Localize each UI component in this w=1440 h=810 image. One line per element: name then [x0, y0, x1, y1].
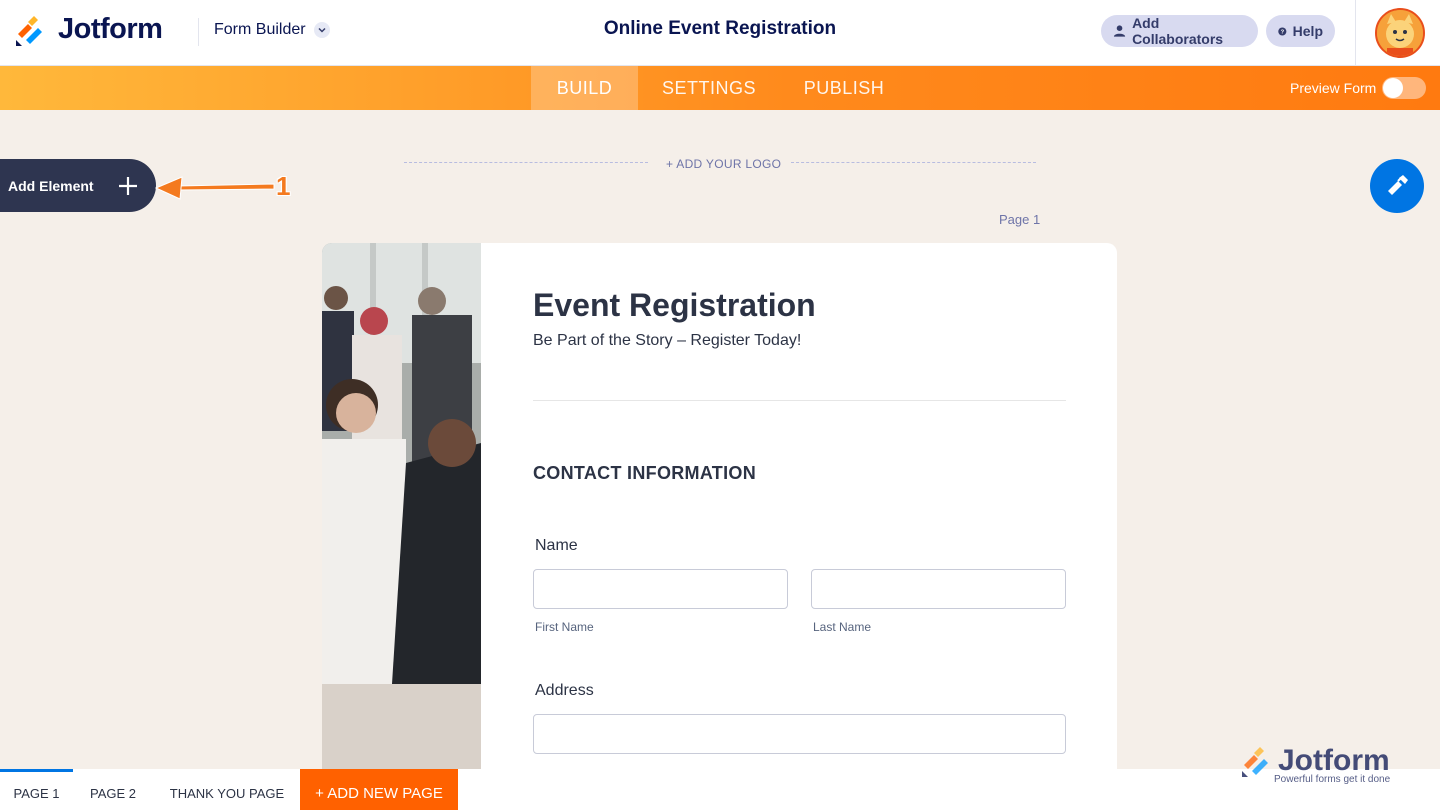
- header-separator: [1355, 0, 1356, 66]
- page-tab-thank-you[interactable]: THANK YOU PAGE: [160, 769, 294, 810]
- user-icon: [1113, 25, 1126, 37]
- logo-dashed-line-right: [791, 162, 1036, 163]
- svg-text:?: ?: [1281, 29, 1285, 35]
- toggle-knob: [1383, 78, 1403, 98]
- user-avatar[interactable]: [1375, 8, 1425, 58]
- preview-form-label: Preview Form: [1290, 80, 1377, 96]
- first-name-input[interactable]: [533, 569, 788, 609]
- tab-build[interactable]: BUILD: [531, 66, 638, 110]
- address-field-label[interactable]: Address: [535, 682, 594, 700]
- tab-publish[interactable]: PUBLISH: [788, 66, 900, 110]
- last-name-input[interactable]: [811, 569, 1066, 609]
- tab-settings[interactable]: SETTINGS: [648, 66, 770, 110]
- name-field-label[interactable]: Name: [535, 537, 578, 555]
- avatar-icon: [1377, 10, 1423, 56]
- jotform-watermark-icon: [1242, 747, 1268, 777]
- heading-divider: [533, 400, 1066, 401]
- event-photo-image: [322, 243, 481, 684]
- add-element-button[interactable]: Add Element: [0, 159, 156, 212]
- add-logo-link[interactable]: + ADD YOUR LOGO: [666, 157, 781, 171]
- top-header: Jotform Form Builder Online Event Regist…: [0, 0, 1440, 66]
- first-name-sublabel: First Name: [535, 620, 594, 634]
- watermark-tagline: Powerful forms get it done: [1274, 774, 1391, 785]
- page-indicator: Page 1: [999, 212, 1041, 227]
- event-photo: [322, 243, 481, 684]
- help-icon: ?: [1278, 26, 1287, 36]
- add-new-page-button[interactable]: + ADD NEW PAGE: [300, 769, 458, 810]
- address-input[interactable]: [533, 714, 1066, 754]
- jotform-watermark: Jotform Powerful forms get it done: [1240, 744, 1390, 785]
- paint-roller-icon: [1388, 175, 1408, 195]
- logo-dashed-line-left: [404, 162, 648, 163]
- form-heading[interactable]: Event Registration: [533, 287, 816, 324]
- annotation-number: 1: [276, 171, 291, 201]
- form-designer-button[interactable]: [1370, 159, 1424, 213]
- watermark-brand: Jotform: [1278, 744, 1390, 777]
- preview-form-toggle[interactable]: [1382, 77, 1426, 99]
- builder-nav: BUILD SETTINGS PUBLISH Preview Form: [0, 66, 1440, 110]
- annotation-arrow-icon: [154, 176, 275, 200]
- help-button[interactable]: ? Help: [1266, 15, 1335, 47]
- page-tab-1[interactable]: PAGE 1: [0, 769, 73, 810]
- add-collaborators-button[interactable]: Add Collaborators: [1101, 15, 1258, 47]
- add-element-label: Add Element: [8, 177, 94, 194]
- form-card: Event Registration Be Part of the Story …: [322, 243, 1117, 783]
- form-subheading[interactable]: Be Part of the Story – Register Today!: [533, 332, 801, 350]
- last-name-sublabel: Last Name: [813, 620, 872, 634]
- contact-section-heading[interactable]: CONTACT INFORMATION: [533, 463, 756, 484]
- plus-icon: [119, 177, 137, 195]
- help-label: Help: [1292, 23, 1323, 39]
- page-tab-2[interactable]: PAGE 2: [78, 769, 148, 810]
- page-tabs-bar: PAGE 1 PAGE 2 THANK YOU PAGE: [0, 769, 1440, 810]
- add-collaborators-label: Add Collaborators: [1132, 15, 1224, 47]
